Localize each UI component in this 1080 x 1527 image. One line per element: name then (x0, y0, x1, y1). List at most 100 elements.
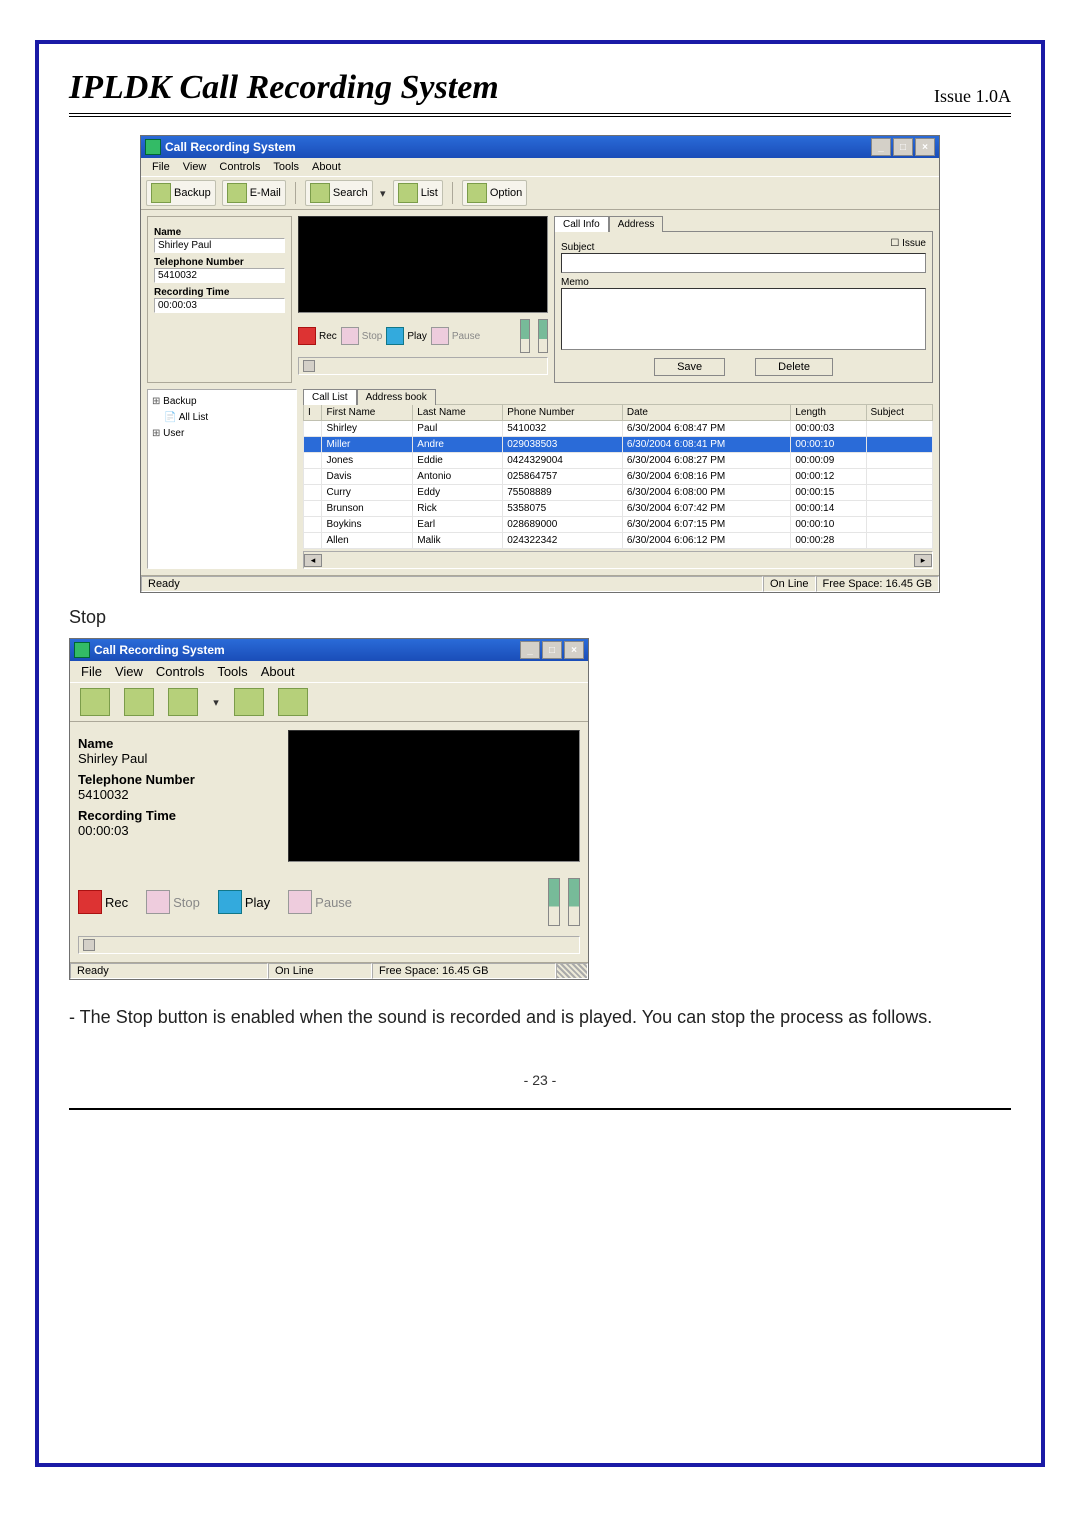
backup-icon (151, 183, 171, 203)
toolbar-separator (452, 182, 453, 204)
tree-backup[interactable]: Backup (152, 394, 292, 410)
tree-alllist[interactable]: 📄 All List (152, 410, 292, 426)
tree-user[interactable]: User (152, 426, 292, 442)
menu-controls[interactable]: Controls (151, 663, 209, 680)
playback-slider[interactable] (78, 936, 580, 954)
section-stop-label: Stop (69, 607, 1011, 628)
menubar: File View Controls Tools About (70, 661, 588, 682)
table-row[interactable]: ShirleyPaul54100326/30/2004 6:08:47 PM00… (304, 421, 933, 437)
tab-address[interactable]: Address (609, 216, 664, 232)
maximize-button[interactable]: □ (542, 641, 562, 659)
rec-button[interactable]: Rec (298, 327, 337, 345)
col-i[interactable]: I (304, 405, 322, 421)
stop-button[interactable]: Stop (146, 890, 200, 914)
tool-option[interactable]: Option (462, 180, 527, 206)
tab-callinfo[interactable]: Call Info (554, 216, 609, 232)
maximize-button[interactable]: □ (893, 138, 913, 156)
table-row[interactable]: CurryEddy755088896/30/2004 6:08:00 PM00:… (304, 485, 933, 501)
table-row[interactable]: JonesEddie04243290046/30/2004 6:08:27 PM… (304, 453, 933, 469)
menu-about[interactable]: About (307, 160, 346, 174)
memo-input[interactable] (561, 288, 926, 350)
tool-search[interactable] (168, 688, 198, 716)
app-window-full: Call Recording System _ □ × File View Co… (140, 135, 940, 593)
tool-backup[interactable] (80, 688, 110, 716)
scroll-right-icon[interactable]: ▸ (914, 554, 932, 567)
search-icon (168, 688, 198, 716)
col-phone[interactable]: Phone Number (503, 405, 623, 421)
toolbar: ▾ (70, 682, 588, 722)
call-info-panel: Call Info Address ☐ Issue Subject Memo S… (554, 216, 933, 383)
value-name: Shirley Paul (154, 238, 285, 253)
search-dropdown-icon[interactable]: ▾ (212, 696, 220, 709)
tool-email[interactable] (124, 688, 154, 716)
col-subject[interactable]: Subject (866, 405, 932, 421)
menu-tools[interactable]: Tools (212, 663, 252, 680)
label-recording-time: Recording Time (154, 287, 285, 298)
status-online: On Line (268, 963, 372, 979)
menubar: File View Controls Tools About (141, 158, 939, 176)
call-list-table[interactable]: I First Name Last Name Phone Number Date… (303, 404, 933, 549)
menu-tools[interactable]: Tools (268, 160, 304, 174)
menu-view[interactable]: View (110, 663, 148, 680)
pause-label: Pause (315, 895, 352, 910)
menu-controls[interactable]: Controls (214, 160, 265, 174)
horizontal-scrollbar[interactable]: ◂▸ (303, 551, 933, 569)
record-icon (298, 327, 316, 345)
search-dropdown-icon[interactable]: ▾ (379, 187, 387, 200)
titlebar[interactable]: Call Recording System _ □ × (70, 639, 588, 661)
value-telephone: 5410032 (78, 787, 278, 802)
tab-addressbook[interactable]: Address book (357, 389, 436, 405)
pause-icon (431, 327, 449, 345)
menu-file[interactable]: File (147, 160, 175, 174)
play-button[interactable]: Play (386, 327, 426, 345)
pause-button[interactable]: Pause (431, 327, 480, 345)
resize-grip-icon[interactable] (556, 963, 588, 979)
subject-input[interactable] (561, 253, 926, 273)
tool-option[interactable] (278, 688, 308, 716)
col-date[interactable]: Date (622, 405, 790, 421)
status-ready: Ready (70, 963, 268, 979)
value-recording-time: 00:00:03 (154, 298, 285, 313)
stop-button[interactable]: Stop (341, 327, 383, 345)
tree-view[interactable]: Backup 📄 All List User (147, 389, 297, 569)
backup-icon (80, 688, 110, 716)
table-row[interactable]: BrunsonRick53580756/30/2004 6:07:42 PM00… (304, 501, 933, 517)
minimize-button[interactable]: _ (871, 138, 891, 156)
tool-email[interactable]: E-Mail (222, 180, 286, 206)
menu-about[interactable]: About (256, 663, 300, 680)
waveform-display (288, 730, 580, 862)
tab-calllist[interactable]: Call List (303, 389, 357, 405)
menu-file[interactable]: File (76, 663, 107, 680)
table-row[interactable]: BoykinsEarl0286890006/30/2004 6:07:15 PM… (304, 517, 933, 533)
pause-button[interactable]: Pause (288, 890, 352, 914)
tool-list[interactable]: List (393, 180, 443, 206)
col-last[interactable]: Last Name (413, 405, 503, 421)
tool-search[interactable]: Search (305, 180, 373, 206)
col-first[interactable]: First Name (322, 405, 413, 421)
col-length[interactable]: Length (791, 405, 866, 421)
label-recording-time: Recording Time (78, 808, 278, 823)
menu-view[interactable]: View (178, 160, 212, 174)
table-row[interactable]: MillerAndre0290385036/30/2004 6:08:41 PM… (304, 437, 933, 453)
search-icon (310, 183, 330, 203)
scroll-left-icon[interactable]: ◂ (304, 554, 322, 567)
rec-button[interactable]: Rec (78, 890, 128, 914)
table-row[interactable]: DavisAntonio0258647576/30/2004 6:08:16 P… (304, 469, 933, 485)
tool-backup[interactable]: Backup (146, 180, 216, 206)
value-recording-time: 00:00:03 (78, 823, 278, 838)
window-title: Call Recording System (165, 140, 296, 154)
waveform-display (298, 216, 548, 313)
issue-checkbox[interactable]: ☐ Issue (890, 238, 926, 249)
table-row[interactable]: AllenMalik0243223426/30/2004 6:06:12 PM0… (304, 533, 933, 549)
save-button[interactable]: Save (654, 358, 725, 376)
delete-button[interactable]: Delete (755, 358, 833, 376)
play-label: Play (407, 331, 426, 342)
close-button[interactable]: × (564, 641, 584, 659)
close-button[interactable]: × (915, 138, 935, 156)
minimize-button[interactable]: _ (520, 641, 540, 659)
tool-list[interactable] (234, 688, 264, 716)
playback-slider[interactable] (298, 357, 548, 375)
play-icon (218, 890, 242, 914)
titlebar[interactable]: Call Recording System _ □ × (141, 136, 939, 158)
play-button[interactable]: Play (218, 890, 270, 914)
